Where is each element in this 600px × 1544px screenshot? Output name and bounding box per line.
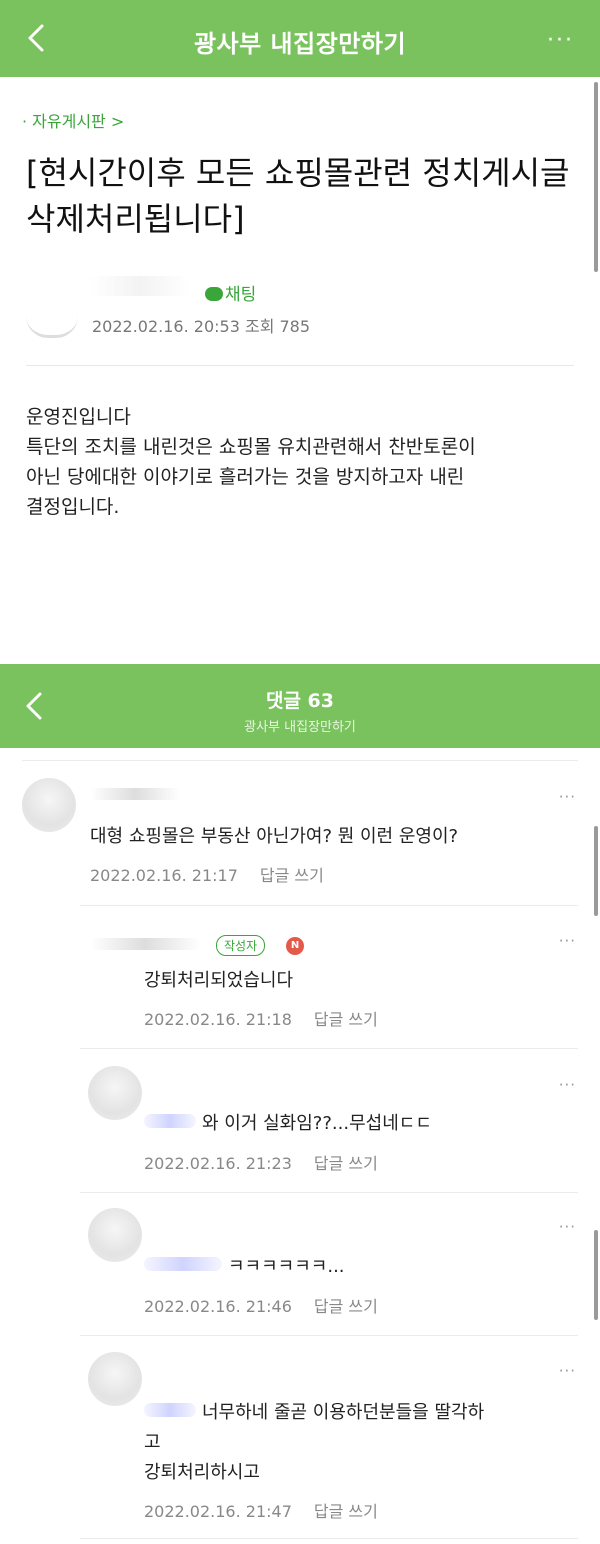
post-title: [현시간이후 모든 쇼핑몰관련 정치게시글 삭제처리됩니다] — [26, 154, 570, 238]
comments-cafe-subtitle: 광사부 내집장만하기 — [244, 720, 356, 735]
comment-more-icon[interactable]: ··· — [559, 1362, 576, 1380]
comment-text: 강퇴처리되었습니다 — [144, 970, 294, 991]
divider — [26, 365, 574, 366]
author-avatar[interactable] — [26, 316, 78, 338]
divider — [80, 1335, 578, 1336]
mention-redacted — [144, 1403, 196, 1417]
comment-time: 2022.02.16. 21:23 — [144, 1154, 292, 1173]
commenter-name-redacted — [90, 938, 200, 950]
post-meta: 2022.02.16. 20:53 조회 785 — [92, 317, 311, 336]
comment-time: 2022.02.16. 21:46 — [144, 1297, 292, 1316]
board-breadcrumb[interactable]: · 자유게시판 > — [22, 108, 124, 132]
comments-count-title: 댓글 63 — [265, 690, 334, 712]
mention-redacted — [144, 1257, 222, 1271]
comment-meta: 2022.02.16. 21:18 답글 쓰기 — [144, 1006, 378, 1030]
new-badge: N — [286, 937, 304, 955]
comment-text-content: ㅋㅋㅋㅋㅋㅋ... — [228, 1256, 345, 1277]
chat-button[interactable]: 채팅 — [205, 280, 256, 305]
post-body-line: 특단의 조치를 내린것은 쇼핑몰 유치관련해서 찬반토론이 — [26, 436, 476, 458]
comment-text-content: 와 이거 실화임??...무섭네ㄷㄷ — [202, 1113, 432, 1134]
comment-text: 대형 쇼핑몰은 부동산 아닌가여? 뭔 이런 운영이? — [90, 826, 459, 847]
post-body-line: 아닌 당에대한 이야기로 흘러가는 것을 방지하고자 내린 — [26, 466, 465, 488]
comment-time: 2022.02.16. 21:47 — [144, 1502, 292, 1521]
comment-time: 2022.02.16. 21:17 — [90, 866, 238, 885]
comment-meta: 2022.02.16. 21:47 답글 쓰기 — [144, 1498, 378, 1522]
commenter-avatar[interactable] — [22, 778, 76, 832]
chat-label: 채팅 — [225, 285, 257, 305]
page-scrollbar[interactable] — [594, 82, 598, 272]
post-body-line: 결정입니다. — [26, 496, 120, 518]
comment-text-line: 너무하네 줄곧 이용하던분들을 딸각하 — [202, 1402, 485, 1423]
comments-app-bar: 댓글 63 광사부 내집장만하기 — [0, 664, 600, 748]
divider — [80, 1192, 578, 1193]
reply-button[interactable]: 답글 쓰기 — [314, 1297, 378, 1316]
author-name-redacted — [90, 276, 190, 296]
divider — [80, 1048, 578, 1049]
reply-button[interactable]: 답글 쓰기 — [314, 1154, 378, 1173]
reply-button[interactable]: 답글 쓰기 — [260, 866, 324, 885]
comment-meta: 2022.02.16. 21:17 답글 쓰기 — [90, 862, 324, 886]
comment-more-icon[interactable]: ··· — [559, 1076, 576, 1094]
comment-meta: 2022.02.16. 21:23 답글 쓰기 — [144, 1150, 378, 1174]
commenter-avatar[interactable] — [88, 1208, 142, 1262]
comment-more-icon[interactable]: ··· — [559, 788, 576, 806]
commenter-avatar[interactable] — [88, 1352, 142, 1406]
reply-button[interactable]: 답글 쓰기 — [314, 1502, 378, 1521]
comment-text-line: 고 — [144, 1432, 161, 1453]
divider — [80, 905, 578, 906]
comment-text: 너무하네 줄곧 이용하던분들을 딸각하 고 강퇴처리하시고 — [144, 1398, 484, 1488]
reply-button[interactable]: 답글 쓰기 — [314, 1010, 378, 1029]
comment-more-icon[interactable]: ··· — [559, 932, 576, 950]
comments-scrollbar-thumb[interactable] — [594, 1230, 598, 1320]
chat-bubble-icon — [205, 287, 223, 301]
divider — [80, 1538, 578, 1539]
comment-meta: 2022.02.16. 21:46 답글 쓰기 — [144, 1293, 378, 1317]
comment-text-line: 강퇴처리하시고 — [144, 1462, 260, 1483]
mention-redacted — [144, 1114, 196, 1128]
comment-more-icon[interactable]: ··· — [559, 1218, 576, 1236]
top-app-bar: 광사부 내집장만하기 ··· — [0, 0, 600, 77]
comments-scrollbar[interactable] — [594, 826, 598, 916]
divider — [22, 760, 578, 761]
post-body-line: 운영진입니다 — [26, 406, 131, 428]
commenter-avatar[interactable] — [88, 1066, 142, 1120]
comment-text: 와 이거 실화임??...무섭네ㄷㄷ — [144, 1109, 432, 1139]
post-body: 운영진입니다 특단의 조치를 내린것은 쇼핑몰 유치관련해서 찬반토론이 아닌 … — [26, 402, 586, 522]
comment-text: ㅋㅋㅋㅋㅋㅋ... — [144, 1252, 345, 1282]
comment-time: 2022.02.16. 21:18 — [144, 1010, 292, 1029]
commenter-name-redacted — [90, 788, 180, 800]
more-options-icon[interactable]: ··· — [547, 28, 574, 53]
author-badge: 작성자 — [216, 935, 266, 956]
cafe-title: 광사부 내집장만하기 — [193, 30, 407, 58]
